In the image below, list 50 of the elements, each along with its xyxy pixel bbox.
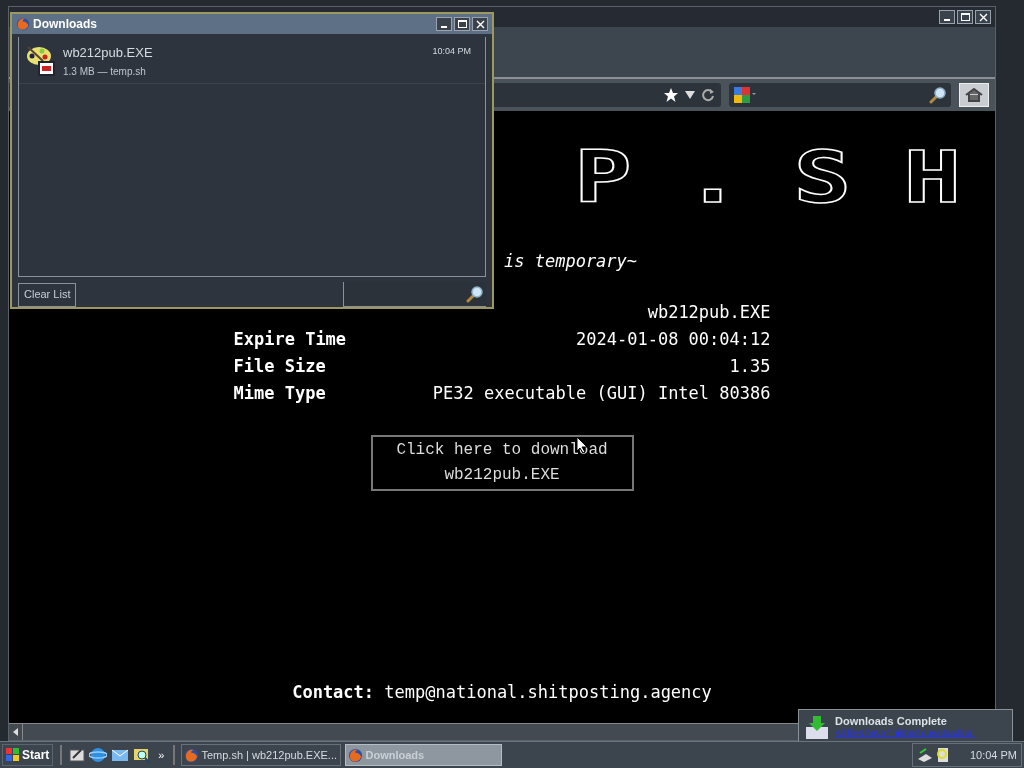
window-title: Downloads [33,16,98,33]
search-field[interactable] [729,83,951,107]
start-button[interactable]: Start [2,744,54,766]
left-arrow-icon [13,728,18,736]
desktop-icon[interactable] [69,747,86,763]
reload-icon[interactable] [701,88,715,102]
globe-icon[interactable] [89,746,108,764]
search-icon[interactable] [466,285,484,303]
windows-logo-icon [6,748,20,762]
tagline: is temporary~ [504,250,639,273]
overflow-chevron[interactable]: » [155,746,168,764]
contact-text: Contact: temp@national.shitposting.agency [292,680,712,704]
field-value: 2024-01-08 00:04:12 [576,327,771,351]
download-button[interactable]: Click here to download wb212pub.EXE [370,434,634,491]
field-label: File Size [233,354,326,378]
maximize-button[interactable] [957,10,973,24]
clock: 10:04 PM [969,747,1017,763]
field-label: Expire Time [233,327,347,351]
close-button[interactable] [975,10,991,24]
browser-icon [16,17,30,31]
download-arrow-icon [805,715,829,739]
network-icon[interactable] [917,747,933,763]
field-value: 1.35 [729,354,771,378]
paint-program-icon [25,45,57,77]
envelope-icon[interactable] [111,747,130,763]
field-label: Mime Type [233,381,326,405]
minimize-button[interactable] [939,10,955,24]
clear-list-button[interactable]: Clear List [18,282,77,307]
close-button[interactable] [472,17,488,31]
field-value: PE32 executable (GUI) Intel 80386 [432,381,771,405]
notification-title: Downloads Complete [835,715,948,728]
download-time: 10:04 PM [432,45,472,58]
browser-icon [348,747,364,763]
folder-search-icon[interactable] [133,746,152,764]
site-logo: P.SH [574,141,995,213]
minimize-button[interactable] [436,17,452,31]
file-name: wb212pub.EXE [63,45,154,61]
home-icon [965,88,983,102]
search-engine-icon[interactable] [733,86,757,104]
browser-icon [184,747,200,763]
home-button[interactable] [959,83,989,107]
download-item[interactable]: wb212pub.EXE 1.3 MB — temp.sh 10:04 PM [19,37,485,84]
search-icon[interactable] [929,86,947,104]
star-icon[interactable] [663,87,679,103]
dropdown-arrow-icon[interactable] [685,91,695,99]
file-details: 1.3 MB — temp.sh [63,65,147,79]
taskbar-button[interactable]: Temp.sh | wb212pub.EXE... [181,744,342,766]
field-value: wb212pub.EXE [647,300,771,324]
maximize-button[interactable] [454,17,470,31]
magnifier-document-icon[interactable] [935,747,949,763]
